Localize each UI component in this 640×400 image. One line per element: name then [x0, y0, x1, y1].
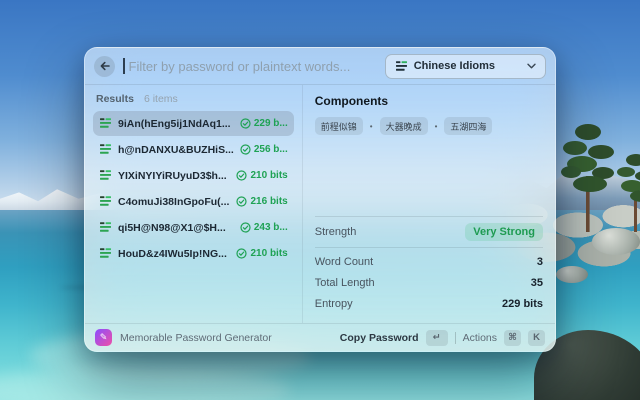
back-button[interactable]: [94, 56, 115, 77]
boulder-in-water: [592, 228, 640, 255]
password-text: qi5H@N98@X1@$H...: [118, 222, 234, 234]
actions-button[interactable]: Actions: [463, 332, 497, 344]
entropy-bits: 210 bits: [250, 170, 287, 181]
tag-separator: •: [370, 122, 373, 131]
stat-value: 3: [537, 256, 543, 268]
component-tag: 前程似锦: [315, 117, 363, 135]
stat-row: Word Count 3: [315, 253, 543, 271]
stat-label: Entropy: [315, 298, 353, 310]
results-count: 6 items: [144, 93, 178, 105]
password-row[interactable]: YIXiNYIYiRUyuD3$h... 210 bits: [93, 163, 294, 188]
footer-app: ✎ Memorable Password Generator: [95, 329, 272, 346]
results-panel: Results 6 items 9iAn(hEng5ij1NdAq1... 22…: [85, 85, 303, 323]
main-content: Results 6 items 9iAn(hEng5ij1NdAq1... 22…: [85, 85, 555, 323]
stat-row: Entropy 229 bits: [315, 295, 543, 313]
components-section: Components 前程似锦 • 大器晚成 • 五湖四海: [315, 85, 543, 216]
password-text: YIXiNYIYiRUyuD3$h...: [118, 170, 230, 182]
word-list-icon: [99, 143, 112, 156]
footer-bar: ✎ Memorable Password Generator Copy Pass…: [85, 323, 555, 351]
arrow-left-icon: [99, 60, 111, 72]
app-icon: ✎: [95, 329, 112, 346]
chevron-down-icon: [527, 63, 536, 69]
check-circle-icon: [240, 118, 251, 129]
divider: [455, 332, 456, 344]
entropy-bits: 243 b...: [254, 222, 288, 233]
stat-value: 35: [531, 277, 543, 289]
password-row[interactable]: qi5H@N98@X1@$H... 243 b...: [93, 215, 294, 240]
entropy-badge: 229 b...: [240, 118, 288, 129]
entropy-badge: 256 b...: [240, 144, 288, 155]
stats-list: Word Count 3 Total Length 35 Entropy 229…: [315, 248, 543, 323]
entropy-badge: 243 b...: [240, 222, 288, 233]
detail-panel: Components 前程似锦 • 大器晚成 • 五湖四海 Strength V…: [303, 85, 555, 323]
entropy-badge: 216 bits: [236, 196, 287, 207]
password-text: C4omuJi38InGpoFu(...: [118, 196, 230, 208]
wordlist-dropdown[interactable]: Chinese Idioms: [385, 54, 546, 79]
component-tag: 五湖四海: [444, 117, 492, 135]
check-circle-icon: [236, 170, 247, 181]
password-generator-window: Chinese Idioms Results 6 items 9iAn(hEng…: [84, 47, 556, 352]
results-header: Results 6 items: [93, 85, 294, 111]
password-text: HouD&z4IWu5Ip!NG...: [118, 248, 230, 260]
pine-tree-small: [612, 150, 640, 234]
password-row[interactable]: 9iAn(hEng5ij1NdAq1... 229 b...: [93, 111, 294, 136]
wordlist-dropdown-label: Chinese Idioms: [414, 60, 495, 72]
word-list-icon: [99, 247, 112, 260]
search-bar: Chinese Idioms: [85, 48, 555, 85]
password-row[interactable]: C4omuJi38InGpoFu(... 216 bits: [93, 189, 294, 214]
stat-value: 229 bits: [502, 298, 543, 310]
search-input[interactable]: [129, 59, 377, 74]
password-text: h@nDANXU&BUZHiS...: [118, 144, 234, 156]
check-circle-icon: [240, 144, 251, 155]
component-tags: 前程似锦 • 大器晚成 • 五湖四海: [315, 117, 543, 135]
password-text: 9iAn(hEng5ij1NdAq1...: [118, 118, 234, 130]
app-name: Memorable Password Generator: [120, 332, 272, 344]
word-list-icon: [99, 195, 112, 208]
stat-label: Word Count: [315, 256, 374, 268]
word-list-icon: [99, 169, 112, 182]
entropy-badge: 210 bits: [236, 170, 287, 181]
components-title: Components: [315, 94, 543, 108]
entropy-bits: 229 b...: [254, 118, 288, 129]
stat-label: Total Length: [315, 277, 375, 289]
command-keycap[interactable]: ⌘: [504, 330, 521, 346]
results-title: Results: [96, 93, 134, 105]
entropy-bits: 210 bits: [250, 248, 287, 259]
entropy-bits: 216 bits: [250, 196, 287, 207]
check-circle-icon: [236, 248, 247, 259]
password-row[interactable]: h@nDANXU&BUZHiS... 256 b...: [93, 137, 294, 162]
strength-row: Strength Very Strong: [315, 217, 543, 247]
check-circle-icon: [240, 222, 251, 233]
stat-row: Total Length 35: [315, 274, 543, 292]
return-keycap[interactable]: ↵: [426, 330, 448, 346]
word-list-icon: [99, 117, 112, 130]
word-list-icon: [395, 60, 408, 73]
footer-actions: Copy Password ↵ Actions ⌘ K: [340, 330, 545, 346]
entropy-bits: 256 b...: [254, 144, 288, 155]
boulder-in-water: [556, 266, 588, 283]
component-tag: 大器晚成: [380, 117, 428, 135]
word-list-icon: [99, 221, 112, 234]
tag-separator: •: [435, 122, 438, 131]
text-cursor: [123, 58, 125, 74]
strength-badge: Very Strong: [465, 223, 543, 241]
entropy-badge: 210 bits: [236, 248, 287, 259]
strength-label: Strength: [315, 226, 357, 238]
password-row[interactable]: HouD&z4IWu5Ip!NG... 210 bits: [93, 241, 294, 266]
password-list: 9iAn(hEng5ij1NdAq1... 229 b... h@nDANXU&…: [93, 111, 294, 266]
copy-password-button[interactable]: Copy Password: [340, 332, 419, 344]
k-keycap[interactable]: K: [528, 330, 545, 346]
check-circle-icon: [236, 196, 247, 207]
